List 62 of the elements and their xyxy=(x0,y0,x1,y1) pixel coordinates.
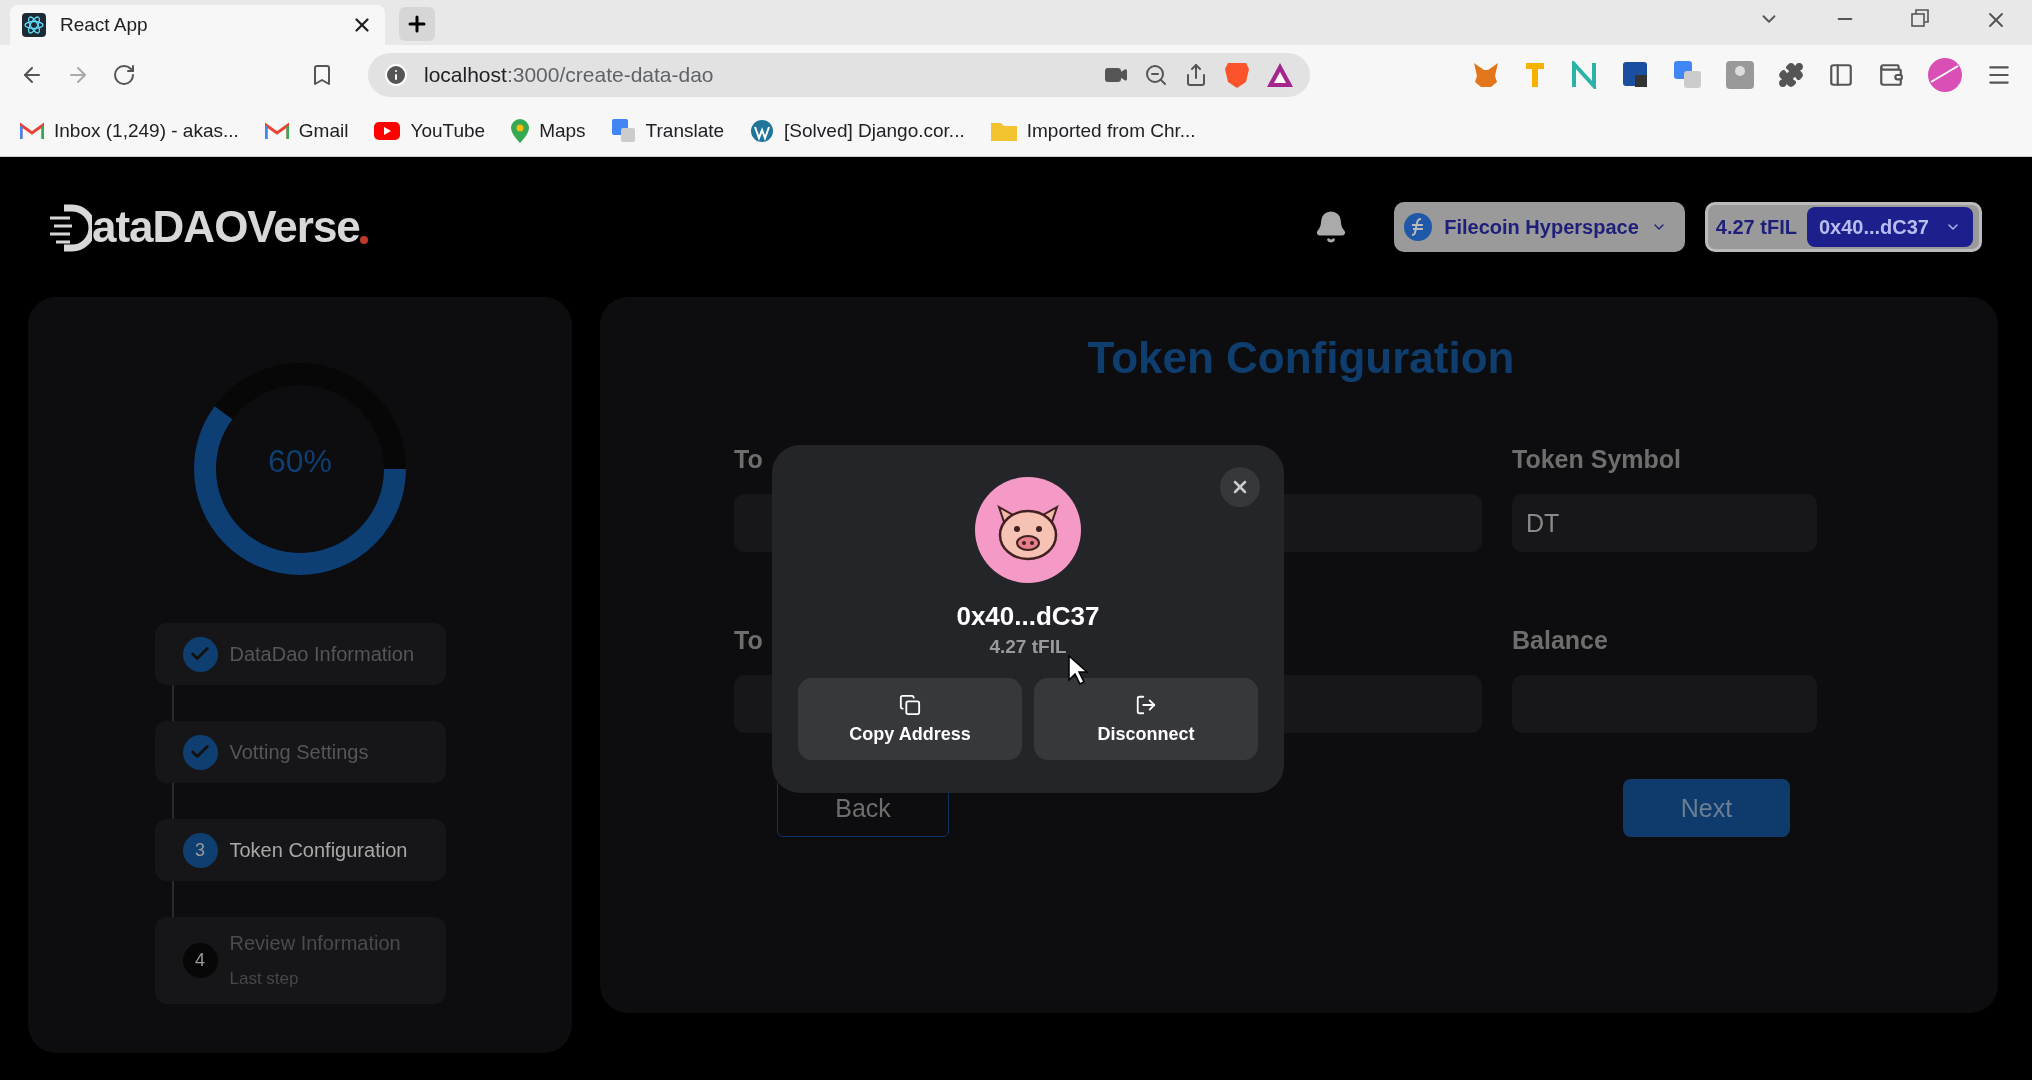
url-path: :3000/create-data-dao xyxy=(506,63,714,86)
field-label: To xyxy=(734,626,763,655)
profile-avatar-icon[interactable] xyxy=(1928,58,1962,92)
share-icon[interactable] xyxy=(1184,63,1208,87)
bookmark-item[interactable]: Gmail xyxy=(264,119,349,142)
pig-avatar-icon xyxy=(975,477,1081,583)
logo: ataDAOVerse xyxy=(50,202,368,252)
dot-icon xyxy=(359,236,368,244)
wordpress-icon xyxy=(750,118,775,143)
bookmark-item[interactable]: Imported from Chr... xyxy=(990,119,1196,142)
field-label: To xyxy=(734,445,763,474)
filecoin-icon xyxy=(1404,213,1433,241)
bookmark-item[interactable]: YouTube xyxy=(374,119,486,142)
bookmark-item[interactable]: [Solved] Django.cor... xyxy=(750,118,965,143)
step-item[interactable]: 3 Token Configuration xyxy=(154,819,446,881)
atom-icon xyxy=(22,13,46,37)
account-pill[interactable]: 4.27 tFIL 0x40...dC37 xyxy=(1704,202,1982,252)
address-bar[interactable]: localhost:3000/create-data-dao xyxy=(368,53,1310,97)
step-label: Token Configuration xyxy=(229,838,408,862)
copy-icon xyxy=(899,693,921,716)
url-host: localhost xyxy=(424,63,507,86)
zoom-out-icon[interactable] xyxy=(1144,63,1168,87)
reload-icon[interactable] xyxy=(112,63,136,87)
logo-mark-icon xyxy=(50,204,92,252)
network-selector[interactable]: Filecoin Hyperspace xyxy=(1394,202,1685,252)
step-number: 4 xyxy=(182,943,218,978)
step-label: DataDao Information xyxy=(229,642,415,666)
field-label: Token Symbol xyxy=(1512,445,1681,474)
logout-icon xyxy=(1135,693,1157,716)
cursor-icon xyxy=(1068,655,1088,685)
folder-icon xyxy=(990,120,1017,141)
account-button[interactable]: 0x40...dC37 xyxy=(1806,207,1973,247)
disconnect-button[interactable]: Disconnect xyxy=(1034,678,1258,760)
fox-icon[interactable] xyxy=(1472,62,1500,88)
progress-percent: 60% xyxy=(266,443,333,480)
wallet-icon[interactable] xyxy=(1878,62,1904,88)
restore-icon[interactable] xyxy=(1910,8,1930,28)
map-pin-icon xyxy=(511,118,530,143)
close-button[interactable] xyxy=(1220,467,1260,507)
mail-icon xyxy=(264,121,289,140)
extensions-icon[interactable] xyxy=(1778,62,1804,88)
check-icon xyxy=(182,734,218,770)
check-icon xyxy=(182,636,218,672)
triangle-icon[interactable] xyxy=(1266,62,1294,88)
bookmark-item[interactable]: Maps xyxy=(511,118,586,143)
info-icon[interactable] xyxy=(384,63,408,87)
input-field[interactable]: DT xyxy=(1512,494,1817,552)
field-label: Balance xyxy=(1512,626,1608,655)
play-icon xyxy=(374,121,401,140)
wallet-balance: 4.27 tFIL xyxy=(989,636,1067,658)
page-title: Token Configuration xyxy=(1086,333,1516,383)
wallet-balance: 4.27 tFIL xyxy=(1715,215,1797,239)
wallet-address: 0x40...dC37 xyxy=(956,601,1100,632)
browser-tab[interactable]: React App xyxy=(10,5,385,45)
bookmark-item[interactable]: Translate xyxy=(611,118,725,143)
side-panel-icon[interactable] xyxy=(1828,62,1854,88)
copy-address-button[interactable]: Copy Address xyxy=(798,678,1022,760)
bookmark-item[interactable]: Inbox (1,249) - akas... xyxy=(20,119,239,142)
step-number: 3 xyxy=(182,832,218,868)
mail-icon xyxy=(20,121,44,140)
new-tab-button[interactable] xyxy=(399,7,435,41)
step-label: Votting Settings xyxy=(229,740,369,764)
